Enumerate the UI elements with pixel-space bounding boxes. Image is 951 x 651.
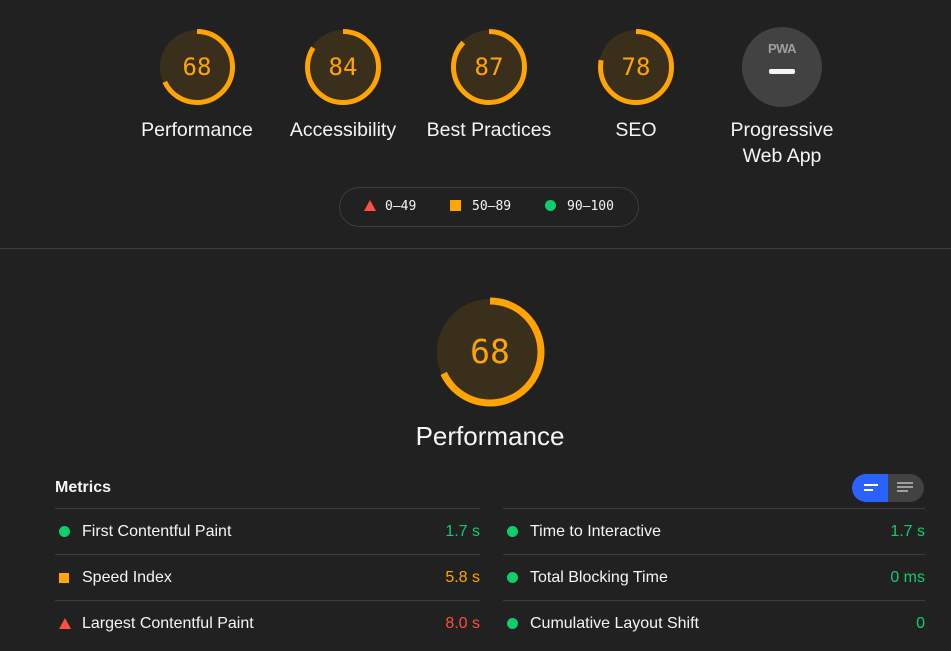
gauge-label: Performance bbox=[141, 119, 253, 141]
expanded-view-button[interactable] bbox=[888, 474, 924, 502]
performance-main-gauge: 68 bbox=[434, 296, 546, 408]
legend-pass: 90–100 bbox=[545, 188, 614, 226]
fail-triangle-icon bbox=[59, 601, 71, 646]
gauge-seo[interactable]: 78 SEO bbox=[556, 27, 716, 143]
metric-name: Time to Interactive bbox=[530, 523, 662, 540]
legend-average: 50–89 bbox=[450, 188, 511, 226]
gauge-score: 87 bbox=[474, 53, 504, 81]
gauge-score: 84 bbox=[328, 53, 358, 81]
metric-name: First Contentful Paint bbox=[82, 523, 232, 540]
legend-pass-range: 90–100 bbox=[567, 199, 614, 214]
gauge-best-practices[interactable]: 87 Best Practices bbox=[409, 27, 569, 143]
metric-total-blocking-time[interactable]: Total Blocking Time 0 ms bbox=[503, 554, 925, 600]
legend-fail-range: 0–49 bbox=[385, 199, 417, 214]
main-score: 68 bbox=[470, 332, 510, 371]
metrics-heading: Metrics bbox=[55, 479, 112, 496]
metric-value: 0 ms bbox=[890, 569, 925, 586]
lines-icon bbox=[864, 484, 878, 491]
pwa-badge-text: PWA bbox=[767, 41, 797, 56]
metric-name: Speed Index bbox=[82, 569, 172, 586]
average-square-icon bbox=[450, 200, 461, 211]
pwa-dash-icon bbox=[769, 69, 795, 74]
pass-circle-icon bbox=[507, 555, 518, 600]
section-divider bbox=[0, 248, 951, 249]
metric-first-contentful-paint[interactable]: First Contentful Paint 1.7 s bbox=[55, 508, 480, 554]
pass-circle-icon bbox=[507, 509, 518, 554]
average-square-icon bbox=[59, 555, 69, 600]
gauge-pwa[interactable]: PWA Progressive Web App bbox=[702, 27, 862, 169]
metric-name: Cumulative Layout Shift bbox=[530, 615, 699, 632]
metric-cumulative-layout-shift[interactable]: Cumulative Layout Shift 0 bbox=[503, 600, 925, 646]
metric-value: 5.8 s bbox=[445, 569, 480, 586]
gauge-performance[interactable]: 68 Performance bbox=[117, 27, 277, 143]
metric-largest-contentful-paint[interactable]: Largest Contentful Paint 8.0 s bbox=[55, 600, 480, 646]
pwa-badge-icon: PWA bbox=[742, 27, 822, 107]
gauge-label: Accessibility bbox=[289, 119, 397, 141]
paragraph-icon bbox=[897, 482, 913, 492]
metric-value: 0 bbox=[916, 615, 925, 632]
category-gauges: 68 Performance 84 Accessibility 87 Best … bbox=[0, 0, 951, 248]
metric-name: Total Blocking Time bbox=[530, 569, 668, 586]
gauge-ring: 78 bbox=[596, 27, 676, 107]
legend-average-range: 50–89 bbox=[472, 199, 512, 214]
metrics-right-column: Time to Interactive 1.7 s Total Blocking… bbox=[503, 508, 925, 646]
legend-fail: 0–49 bbox=[364, 188, 416, 226]
metric-value: 1.7 s bbox=[890, 523, 925, 540]
category-title: Performance bbox=[415, 421, 565, 451]
metric-time-to-interactive[interactable]: Time to Interactive 1.7 s bbox=[503, 508, 925, 554]
compact-view-button[interactable] bbox=[852, 474, 888, 502]
gauge-score: 78 bbox=[621, 53, 651, 81]
gauge-accessibility[interactable]: 84 Accessibility bbox=[263, 27, 423, 143]
gauge-label-line2: Web App bbox=[742, 145, 822, 167]
metric-name: Largest Contentful Paint bbox=[82, 615, 254, 632]
metric-speed-index[interactable]: Speed Index 5.8 s bbox=[55, 554, 480, 600]
pass-circle-icon bbox=[545, 200, 556, 211]
score-legend: 0–49 50–89 90–100 bbox=[339, 187, 639, 227]
gauge-score: 68 bbox=[182, 53, 212, 81]
metrics-left-column: First Contentful Paint 1.7 s Speed Index… bbox=[55, 508, 480, 646]
fail-triangle-icon bbox=[364, 200, 376, 211]
metric-value: 1.7 s bbox=[445, 523, 480, 540]
pass-circle-icon bbox=[507, 601, 518, 646]
gauge-label: Best Practices bbox=[426, 119, 552, 141]
gauge-ring: 84 bbox=[303, 27, 383, 107]
metrics-view-toggle[interactable] bbox=[852, 474, 924, 502]
gauge-label: SEO bbox=[615, 119, 657, 141]
gauge-ring: 87 bbox=[449, 27, 529, 107]
pass-circle-icon bbox=[59, 509, 70, 554]
metric-value: 8.0 s bbox=[445, 615, 480, 632]
gauge-label: Progressive Web App bbox=[702, 117, 862, 169]
gauge-label-line1: Progressive bbox=[730, 119, 834, 141]
gauge-ring: 68 bbox=[157, 27, 237, 107]
